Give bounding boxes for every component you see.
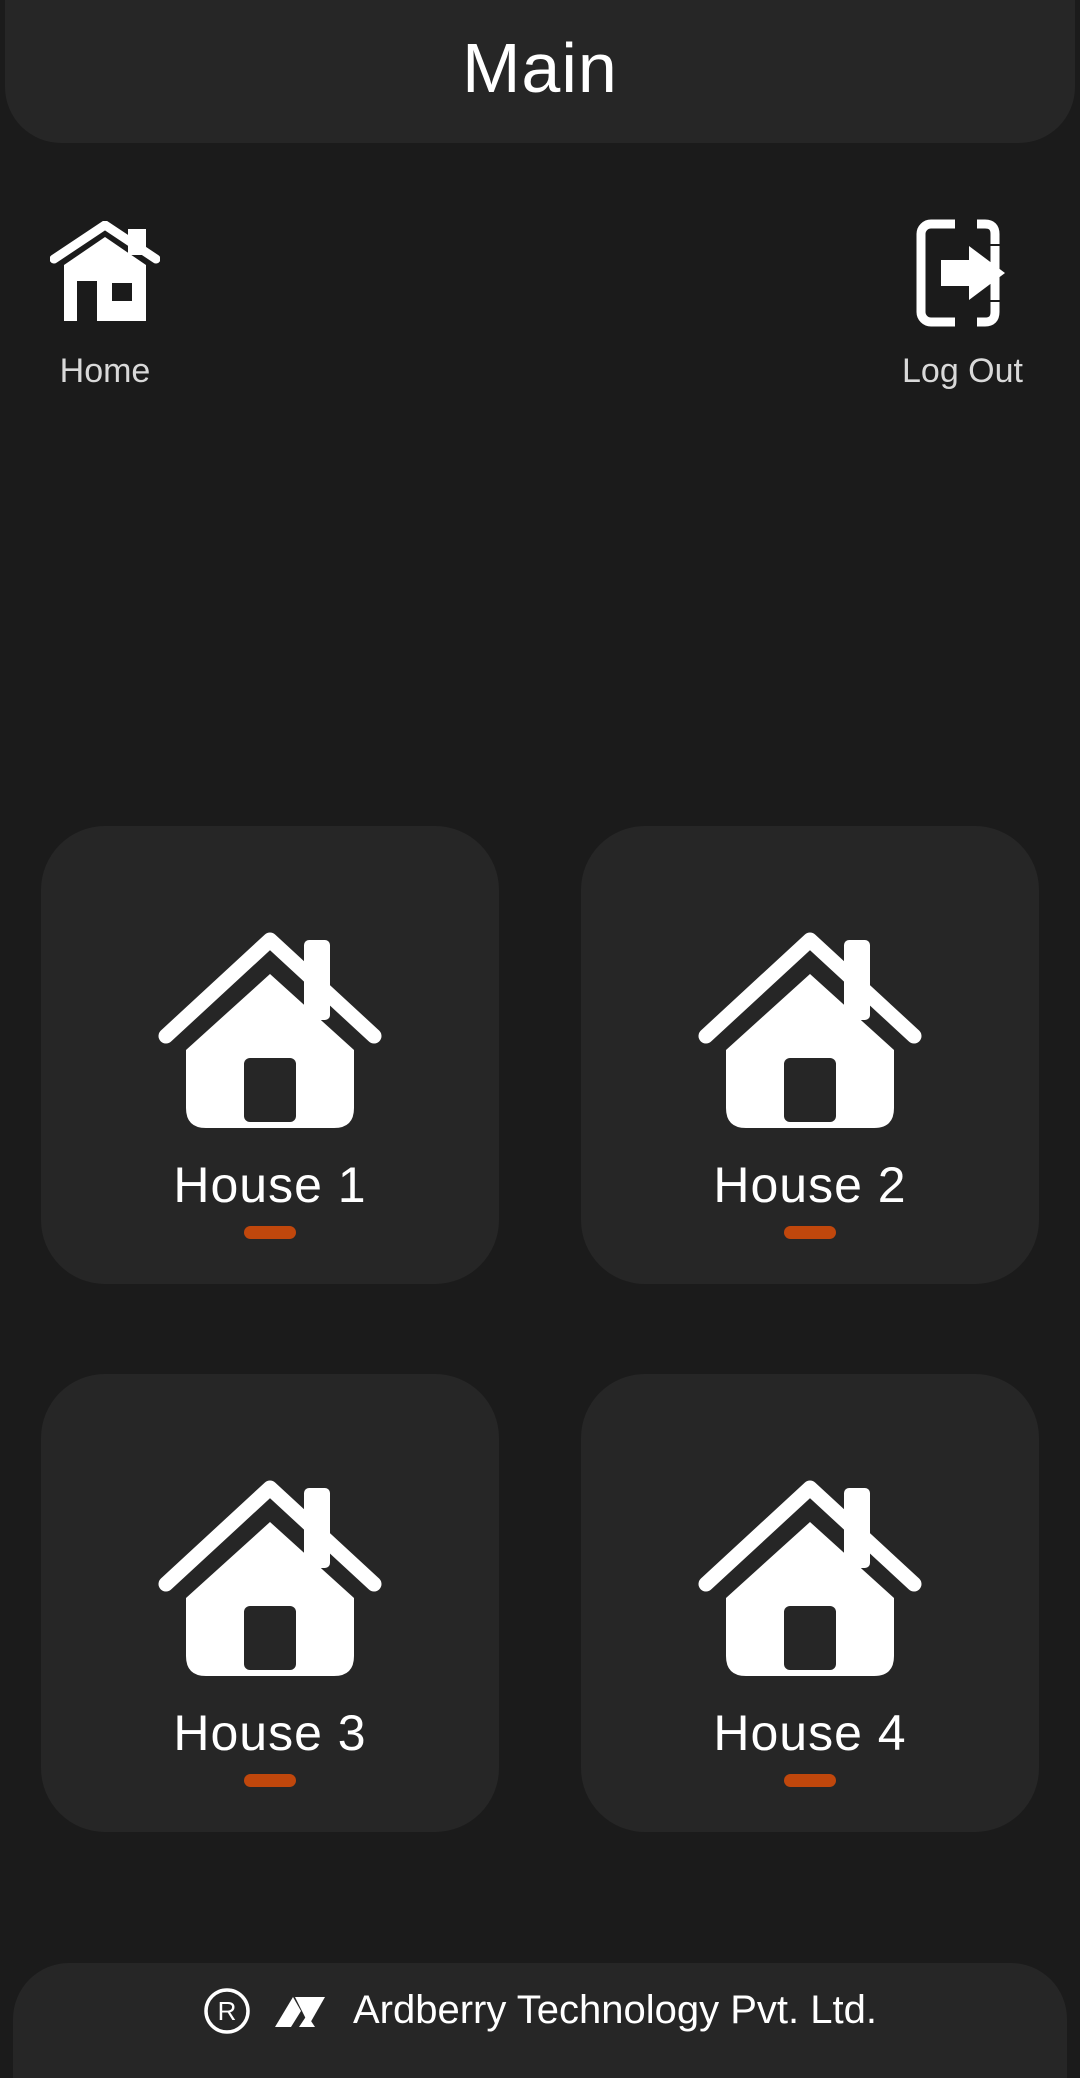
house-label: House 4 (713, 1705, 907, 1761)
company-name: Ardberry Technology Pvt. Ltd. (353, 1988, 877, 2032)
footer: R Ardberry Technology Pvt. Ltd. (13, 1963, 1067, 2078)
house-label: House 1 (173, 1157, 367, 1213)
home-icon (50, 215, 160, 330)
house-icon (698, 932, 922, 1128)
house-icon (158, 1480, 382, 1676)
home-label: Home (59, 352, 151, 390)
registered-icon: R (204, 1987, 250, 2034)
house-card-1[interactable]: House 1 (41, 826, 499, 1284)
house-label: House 3 (173, 1705, 367, 1761)
house-card-4[interactable]: House 4 (581, 1374, 1039, 1832)
page-title: Main (462, 28, 618, 107)
status-indicator (244, 1774, 296, 1787)
status-indicator (784, 1226, 836, 1239)
house-icon (158, 932, 382, 1128)
svg-text:R: R (218, 1996, 237, 2026)
brand-logo-icon (275, 1996, 325, 2027)
house-card-2[interactable]: House 2 (581, 826, 1039, 1284)
logout-icon (908, 215, 1018, 330)
house-icon (698, 1480, 922, 1676)
home-button[interactable]: Home (40, 215, 170, 391)
status-indicator (784, 1774, 836, 1787)
footer-content: R Ardberry Technology Pvt. Ltd. (203, 1987, 877, 2035)
house-card-3[interactable]: House 3 (41, 1374, 499, 1832)
status-indicator (244, 1226, 296, 1239)
app-header: Main (5, 0, 1075, 143)
house-label: House 2 (713, 1157, 907, 1213)
logout-button[interactable]: Log Out (890, 215, 1035, 391)
logout-label: Log Out (902, 352, 1023, 390)
